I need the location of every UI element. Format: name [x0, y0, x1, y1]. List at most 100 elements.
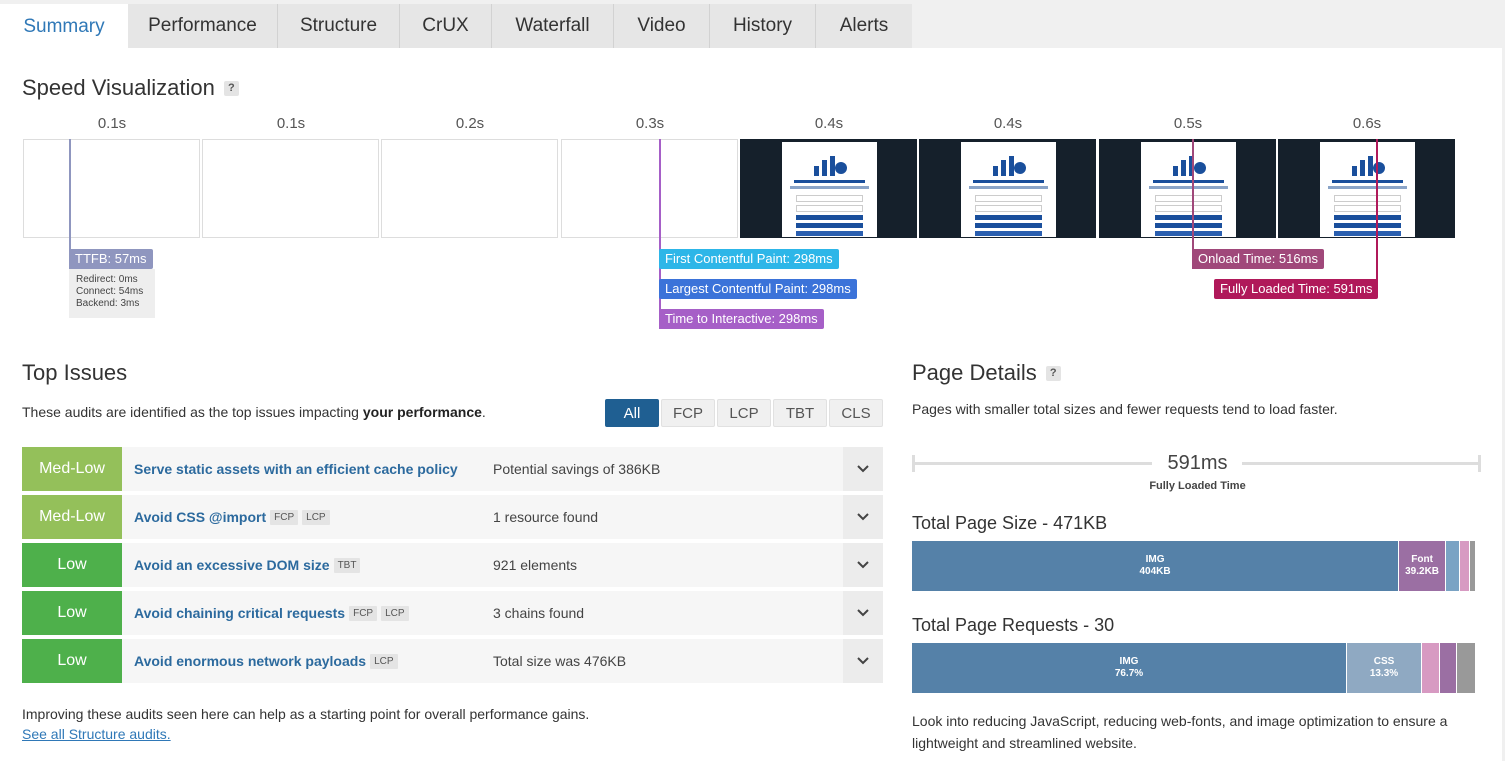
paint-line — [659, 139, 661, 329]
segment-value: 76.7% — [1114, 668, 1144, 679]
issue-title[interactable]: Avoid chaining critical requests FCP LCP — [134, 591, 409, 635]
segment-label: CSS — [1373, 656, 1395, 667]
filter-fcp-button[interactable]: FCP — [661, 399, 715, 427]
page-details-footer: Look into reducing JavaScript, reducing … — [912, 713, 1448, 751]
tab-waterfall[interactable]: Waterfall — [492, 4, 614, 48]
page-size-segment[interactable]: Font 39.2KB — [1399, 541, 1447, 591]
page-size-segment[interactable] — [1460, 541, 1471, 591]
speed-visualization-heading: Speed Visualization ? — [22, 75, 239, 101]
severity-badge: Low — [22, 591, 122, 635]
tab-history[interactable]: History — [710, 4, 816, 48]
issue-title-text[interactable]: Avoid enormous network payloads — [134, 653, 366, 669]
issue-title[interactable]: Avoid enormous network payloads LCP — [134, 639, 398, 683]
expand-button[interactable] — [843, 591, 883, 635]
issue-title[interactable]: Serve static assets with an efficient ca… — [134, 447, 458, 491]
issue-title[interactable]: Avoid an excessive DOM size TBT — [134, 543, 361, 587]
filter-all-button[interactable]: All — [605, 399, 659, 427]
expand-button[interactable] — [843, 543, 883, 587]
page-size-segment[interactable] — [1470, 541, 1476, 591]
site-logo-icon — [1173, 156, 1206, 176]
filmstrip-frame-blank[interactable] — [561, 139, 738, 238]
issue-title-text[interactable]: Avoid an excessive DOM size — [134, 557, 330, 573]
filmstrip-frame-screenshot[interactable] — [919, 139, 1096, 238]
metric-tag: LCP — [381, 605, 409, 621]
see-all-structure-audits-link[interactable]: See all Structure audits. — [22, 726, 171, 742]
speed-visualization-title: Speed Visualization — [22, 75, 215, 100]
issue-title-text[interactable]: Serve static assets with an efficient ca… — [134, 461, 458, 477]
filter-cls-button[interactable]: CLS — [829, 399, 883, 427]
tab-crux[interactable]: CrUX — [400, 4, 492, 48]
tti-marker[interactable]: Time to Interactive: 298ms — [659, 309, 824, 329]
page-details-description: Pages with smaller total sizes and fewer… — [912, 401, 1338, 417]
issue-value: 1 resource found — [493, 509, 599, 525]
tab-performance[interactable]: Performance — [128, 4, 278, 48]
desc-bold: your performance — [362, 404, 482, 420]
severity-badge: Low — [22, 543, 122, 587]
fcp-marker[interactable]: First Contentful Paint: 298ms — [659, 249, 839, 269]
page-screenshot-thumbnail — [1141, 142, 1236, 237]
lcp-marker[interactable]: Largest Contentful Paint: 298ms — [659, 279, 857, 299]
issue-value: Total size was 476KB — [493, 653, 627, 669]
issue-title-text[interactable]: Avoid chaining critical requests — [134, 605, 345, 621]
page-requests-segment[interactable] — [1440, 643, 1457, 693]
page-screenshot-thumbnail — [782, 142, 877, 237]
issue-row[interactable]: Med-Low Serve static assets with an effi… — [22, 447, 883, 491]
expand-button[interactable] — [843, 639, 883, 683]
metric-tag: TBT — [333, 557, 361, 573]
issue-row[interactable]: Med-Low Avoid CSS @import FCP LCP 1 resour… — [22, 495, 883, 539]
tab-video[interactable]: Video — [614, 4, 710, 48]
filmstrip-tick: 0.5s — [1173, 115, 1203, 132]
report-tabs: Summary Performance Structure CrUX Water… — [0, 4, 912, 49]
chevron-down-icon — [857, 657, 869, 665]
severity-badge: Low — [22, 639, 122, 683]
chevron-down-icon — [857, 609, 869, 617]
filmstrip-frame-blank[interactable] — [23, 139, 200, 238]
filter-lcp-button[interactable]: LCP — [717, 399, 771, 427]
issue-row[interactable]: Low Avoid enormous network payloads LCP T… — [22, 639, 883, 683]
page-screenshot-thumbnail — [961, 142, 1056, 237]
issue-value: 921 elements — [493, 557, 578, 573]
filter-tbt-button[interactable]: TBT — [773, 399, 827, 427]
tab-summary[interactable]: Summary — [0, 4, 128, 49]
page-size-segment[interactable]: IMG 404KB — [912, 541, 1400, 591]
fully-loaded-line — [1376, 139, 1378, 289]
page-requests-segment[interactable]: CSS 13.3% — [1347, 643, 1422, 693]
filmstrip-frame-screenshot[interactable] — [1099, 139, 1276, 238]
metric-tag: LCP — [370, 653, 398, 669]
onload-marker[interactable]: Onload Time: 516ms — [1192, 249, 1324, 269]
page-size-segment[interactable] — [1446, 541, 1461, 591]
issue-row[interactable]: Low Avoid chaining critical requests FCP L… — [22, 591, 883, 635]
help-icon[interactable]: ? — [223, 80, 239, 96]
help-icon[interactable]: ? — [1045, 365, 1061, 381]
page-requests-segment[interactable] — [1422, 643, 1440, 693]
page-requests-bar: IMG 76.7% CSS 13.3% — [912, 643, 1476, 693]
filmstrip-frame-blank[interactable] — [202, 139, 379, 238]
fully-loaded-marker[interactable]: Fully Loaded Time: 591ms — [1214, 279, 1379, 299]
segment-label: IMG — [1119, 656, 1139, 667]
chevron-down-icon — [857, 561, 869, 569]
issue-value: 3 chains found — [493, 605, 585, 621]
issue-title[interactable]: Avoid CSS @import FCP LCP — [134, 495, 330, 539]
filmstrip-frame-screenshot[interactable] — [740, 139, 917, 238]
site-logo-icon — [814, 156, 847, 176]
tab-alerts[interactable]: Alerts — [816, 4, 912, 48]
filmstrip-frame-blank[interactable] — [381, 139, 558, 238]
expand-button[interactable] — [843, 495, 883, 539]
page-requests-segment[interactable]: IMG 76.7% — [912, 643, 1347, 693]
ttfb-marker[interactable]: TTFB: 57ms — [69, 249, 153, 269]
issue-row[interactable]: Low Avoid an excessive DOM size TBT 921 e… — [22, 543, 883, 587]
severity-badge: Med-Low — [22, 447, 122, 491]
issue-title-text[interactable]: Avoid CSS @import — [134, 509, 266, 525]
segment-value: 39.2KB — [1405, 566, 1440, 577]
expand-button[interactable] — [843, 447, 883, 491]
ttfb-breakdown: Redirect: 0ms Connect: 54ms Backend: 3ms — [69, 269, 155, 318]
filmstrip-tick: 0.3s — [635, 115, 665, 132]
page-details-heading: Page Details ? — [912, 360, 1061, 386]
total-page-size-title: Total Page Size - 471KB — [912, 513, 1108, 533]
tab-structure[interactable]: Structure — [278, 4, 400, 48]
summary-panel: Speed Visualization ? 0.1s 0.1s 0.2s 0.3… — [0, 48, 1502, 761]
page-requests-segment[interactable] — [1457, 643, 1476, 693]
filmstrip-frame-screenshot[interactable] — [1278, 139, 1455, 238]
page-screenshot-thumbnail — [1320, 142, 1415, 237]
site-logo-icon — [1352, 156, 1385, 176]
